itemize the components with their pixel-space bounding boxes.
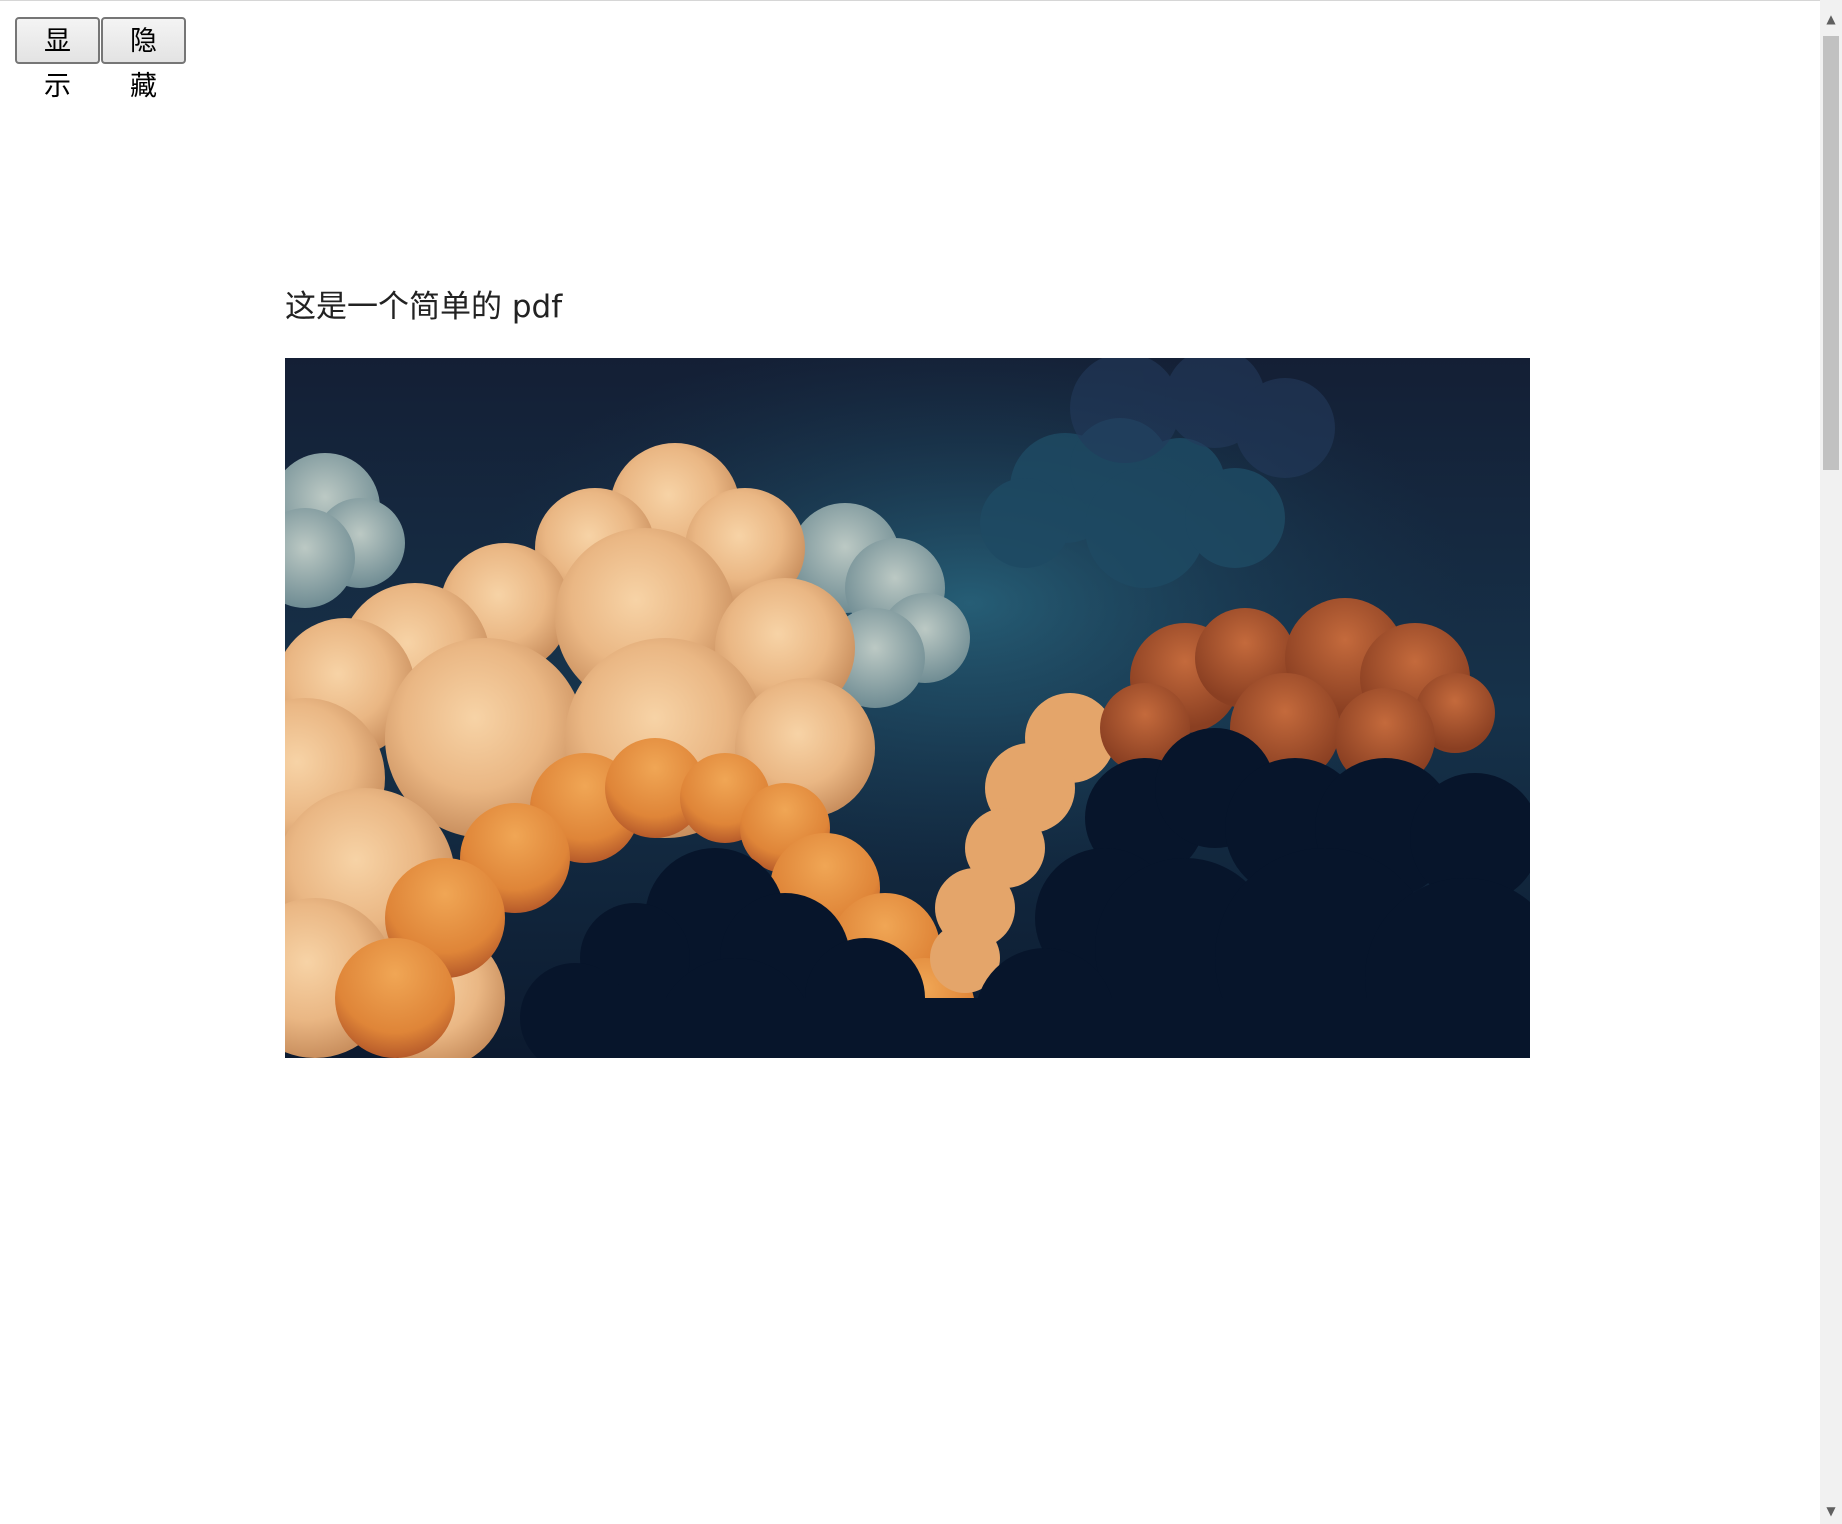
scroll-up-arrow-icon[interactable]: ▲	[1820, 8, 1842, 30]
document-title: 这是一个简单的 pdf	[285, 289, 563, 325]
hide-button[interactable]: 隐藏	[101, 17, 186, 102]
show-button[interactable]: 显示	[15, 17, 100, 102]
toolbar: 显示 隐藏	[15, 17, 186, 102]
vertical-scrollbar[interactable]: ▲ ▼	[1820, 0, 1842, 1524]
cloud-painting-image	[285, 358, 1530, 1058]
cloud-painting-svg	[285, 358, 1530, 1058]
scroll-down-arrow-icon[interactable]: ▼	[1820, 1500, 1842, 1522]
window-top-border	[0, 0, 1820, 1]
scrollbar-thumb[interactable]	[1823, 36, 1839, 470]
pdf-content: 这是一个简单的 pdf	[285, 282, 1530, 1058]
